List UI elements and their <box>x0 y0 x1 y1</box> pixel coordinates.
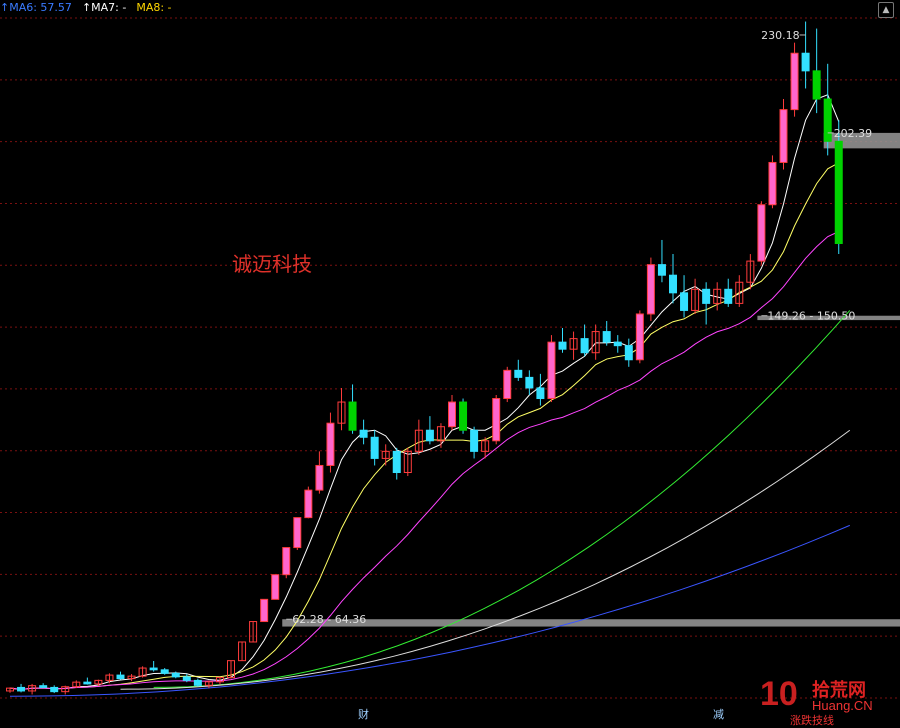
candle-body <box>17 686 26 692</box>
candle-body <box>580 338 589 354</box>
ma-line-ma250 <box>9 524 850 697</box>
candle-body <box>459 401 468 431</box>
legend-item-2: MA8: - <box>136 1 172 14</box>
candle-body <box>425 429 434 442</box>
event-marker-reduce[interactable]: 减 <box>713 706 724 722</box>
ma-line-ma120 <box>120 429 851 690</box>
legend-item-0: ↑MA6: 57.57 <box>0 1 72 14</box>
candle-body <box>779 109 788 163</box>
candle-body <box>547 341 556 400</box>
candle-body <box>171 672 180 678</box>
watermark-site-domain: Huang.CN <box>812 698 873 713</box>
candle-body <box>536 387 545 400</box>
event-marker-finance[interactable]: 财 <box>358 706 369 722</box>
candle-body <box>448 401 456 428</box>
candle-body <box>39 685 48 688</box>
price-label: 230.18 <box>761 29 800 42</box>
candle-body <box>392 450 401 474</box>
candle-body <box>680 292 689 311</box>
gap-zone <box>282 619 900 627</box>
candle-body <box>293 517 302 549</box>
candle-body <box>282 547 291 576</box>
candle-body <box>724 288 733 304</box>
candle-body <box>271 574 280 600</box>
watermark-caption: 涨跌技线 <box>790 714 834 727</box>
candle-body <box>657 264 666 276</box>
candle-body <box>315 464 324 491</box>
candle-body <box>503 369 512 400</box>
ma-line-ma5 <box>9 94 840 691</box>
candle-body <box>525 376 534 389</box>
candle-body <box>790 52 799 111</box>
candle-body <box>326 422 335 466</box>
candle-body <box>812 70 821 100</box>
ma-line-ma10 <box>9 162 839 691</box>
candle-body <box>260 598 269 623</box>
candle-body <box>514 369 523 378</box>
candle-body <box>757 204 766 262</box>
ma-line-ma60 <box>153 310 851 688</box>
candle-body <box>635 313 644 361</box>
candle-body <box>370 436 379 459</box>
legend-item-1: ↑MA7: - <box>81 1 127 14</box>
candle-body <box>492 398 501 442</box>
candle-body <box>193 679 202 686</box>
candle-body <box>149 667 158 671</box>
watermark-number: 10 <box>760 675 798 713</box>
price-label: 62.28 - 64.36 <box>292 613 366 626</box>
candle-body <box>669 274 677 294</box>
candle-body <box>182 676 191 681</box>
stock-name: 诚迈科技 <box>232 252 312 276</box>
collapse-icon[interactable]: ▲ <box>878 2 894 18</box>
candle-body <box>613 341 622 347</box>
candlestick-chart[interactable]: 230.18 202.39 149.26 - 150.50 62.28 - 64.36 <box>0 0 900 722</box>
candle-body <box>558 341 567 350</box>
candle-body <box>50 686 59 693</box>
candle-body <box>602 331 611 343</box>
candle-body <box>702 288 711 304</box>
candle-body <box>470 429 479 452</box>
candle-body <box>160 669 169 674</box>
candle-body <box>83 681 92 685</box>
ma-legend: ↑MA6: 57.57 ↑MA7: - MA8: - <box>0 0 182 16</box>
candle-body <box>801 52 810 72</box>
watermark-logo: 10 拾荒网 Huang.CN 涨跌技线 <box>760 674 890 727</box>
price-label: 149.26 - 150.50 <box>767 310 855 323</box>
candle-body <box>348 401 357 431</box>
candle-body <box>646 264 655 315</box>
candle-body <box>624 345 633 361</box>
price-label: 202.39 <box>834 127 873 140</box>
candle-body <box>834 140 843 244</box>
candle-body <box>359 429 368 438</box>
candle-body <box>116 674 125 680</box>
candle-body <box>823 98 832 142</box>
candle-body <box>304 489 313 519</box>
candle-body <box>768 161 777 206</box>
